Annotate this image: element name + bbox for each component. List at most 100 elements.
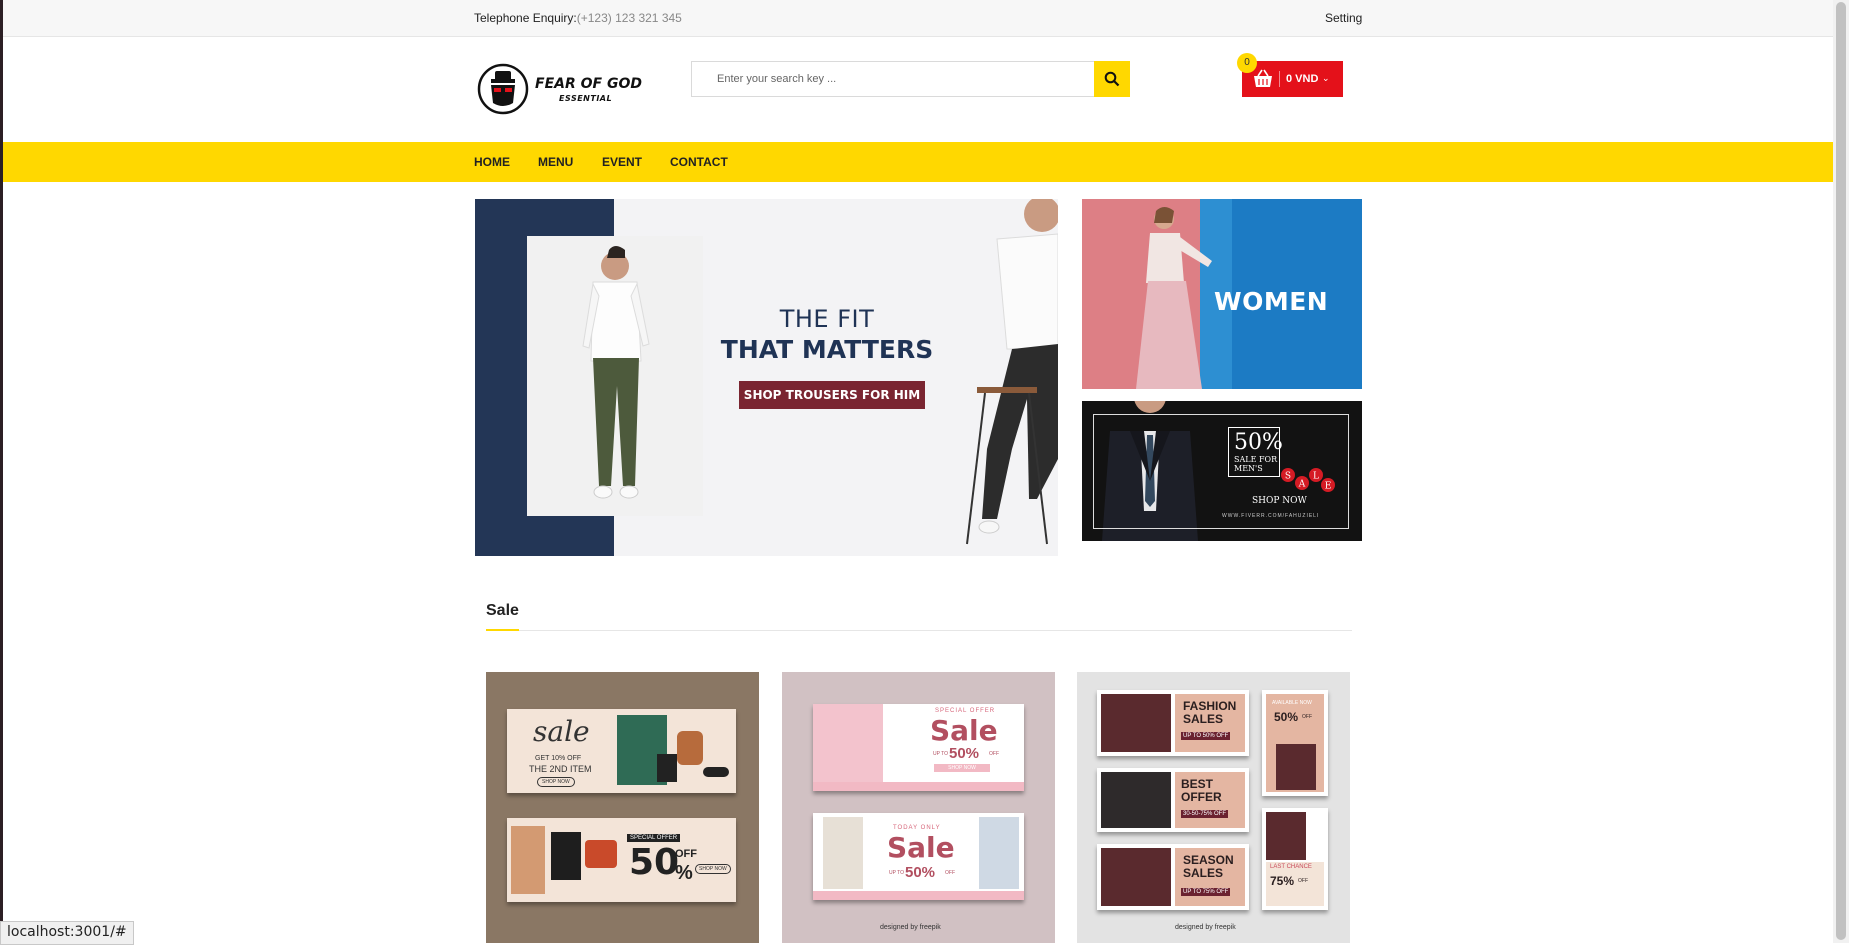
card3-available-image xyxy=(1276,744,1316,790)
search-box xyxy=(691,61,1130,97)
logo-icon xyxy=(477,63,529,115)
card3-panel-best: BEST OFFER 30-50-75% OFF xyxy=(1097,768,1249,832)
cart-total: 0 VND xyxy=(1286,73,1319,85)
card3-fashion-line1: FASHION xyxy=(1183,699,1237,713)
card2-bottom-panel: TODAY ONLY Sale UP TO 50% OFF xyxy=(813,813,1024,900)
card1-top-button: SHOP NOW xyxy=(537,777,575,787)
card3-best-line2: OFFER xyxy=(1181,790,1222,804)
shop-trousers-button[interactable]: SHOP TROUSERS FOR HIM xyxy=(739,381,925,409)
card1-bottom-off: OFF xyxy=(675,848,697,860)
search-input[interactable] xyxy=(692,62,1092,96)
sale-letter-a: A xyxy=(1298,480,1306,490)
scrollbar-thumb[interactable] xyxy=(1836,2,1846,940)
sale-card-3[interactable]: FASHION SALES UP TO 50% OFF AVAILABLE NO… xyxy=(1077,672,1350,943)
men-banner-url: WWW.FIVERR.COM/FAHUZIELI xyxy=(1222,513,1320,519)
sale-letter-l: L xyxy=(1313,472,1319,482)
card3-best-sub: 30-50-75% OFF xyxy=(1181,810,1229,818)
card3-best-image xyxy=(1101,772,1171,828)
card1-top-sub2: THE 2ND ITEM xyxy=(529,764,592,774)
card1-top-panel: sale GET 10% OFF THE 2ND ITEM SHOP NOW xyxy=(507,709,736,793)
card2-top-title: Sale xyxy=(930,714,998,747)
hero-model-photo-right xyxy=(966,199,1058,545)
card1-top-title: sale xyxy=(533,715,590,748)
card3-fashion-sub: UP TO 50% OFF xyxy=(1181,732,1231,740)
card3-panel-fashion: FASHION SALES UP TO 50% OFF xyxy=(1097,690,1249,756)
card1-bottom-button: SHOP NOW xyxy=(695,864,731,874)
telephone-enquiry: Telephone Enquiry:(+123) 123 321 345 xyxy=(474,11,682,25)
hero-line1: THE FIT xyxy=(779,305,875,333)
card3-season-line1: SEASON xyxy=(1183,853,1234,867)
men-shop-now[interactable]: SHOP NOW xyxy=(1252,496,1307,506)
card1-coat-image xyxy=(511,826,545,894)
card1-bottom-tag: SPECIAL OFFER xyxy=(627,834,681,842)
nav-item-home[interactable]: HOME xyxy=(474,155,510,169)
card2-top-upto: UP TO xyxy=(933,751,949,757)
card2-top-button: SHOP NOW xyxy=(934,764,990,772)
card3-season-sub: UP TO 75% OFF xyxy=(1181,888,1231,896)
card2-top-panel: SPECIAL OFFER Sale UP TO 50% OFF SHOP NO… xyxy=(813,704,1024,791)
card3-fashion-line2: SALES xyxy=(1183,712,1224,726)
card2-bottom-off: OFF xyxy=(945,870,955,876)
card3-available-line2: 50% xyxy=(1274,710,1299,724)
sale-card-2[interactable]: SPECIAL OFFER Sale UP TO 50% OFF SHOP NO… xyxy=(782,672,1055,943)
cart-divider xyxy=(1279,71,1280,87)
phone-number[interactable]: (+123) 123 321 345 xyxy=(577,11,682,25)
sale-card-1[interactable]: sale GET 10% OFF THE 2ND ITEM SHOP NOW S… xyxy=(486,672,759,943)
sale-letter-s: S xyxy=(1285,472,1291,482)
card2-bottom-title: Sale xyxy=(887,831,955,864)
logo-wordmark: FEAR OF GOD ESSENTIAL xyxy=(535,77,642,106)
card2-man-image xyxy=(979,817,1019,889)
card1-handbag-image xyxy=(585,840,617,868)
top-bar: Telephone Enquiry:(+123) 123 321 345 Set… xyxy=(3,0,1833,37)
logo[interactable]: FEAR OF GOD ESSENTIAL xyxy=(477,63,647,115)
status-bar-url: localhost:3001/# xyxy=(0,921,134,945)
card3-panel-season: SEASON SALES UP TO 75% OFF xyxy=(1097,844,1249,910)
card2-bottom-value: 50% xyxy=(905,864,936,881)
hero-line2: THAT MATTERS xyxy=(720,335,934,364)
hero-model-photo-left xyxy=(527,236,703,516)
card1-bottom-value: 50 xyxy=(629,842,680,883)
card1-boot-image xyxy=(657,754,677,782)
card3-panel-last-chance: LAST CHANCE 75% OFF xyxy=(1262,808,1328,910)
cart-button[interactable]: 0 0 VND ⌄ xyxy=(1237,53,1343,97)
card3-season-line2: SALES xyxy=(1183,866,1224,880)
page-scrollbar[interactable] xyxy=(1833,0,1849,943)
card2-woman-image xyxy=(823,817,863,889)
search-button[interactable] xyxy=(1094,61,1130,97)
logo-line1: FEAR OF GOD xyxy=(535,76,642,92)
men-sale-banner[interactable]: 50% SALE FOR MEN'S S A L E SHOP NOW WWW.… xyxy=(1082,401,1362,541)
card3-best-line1: BEST xyxy=(1181,777,1214,791)
card1-glasses-image xyxy=(703,767,729,777)
sale-letter-e: E xyxy=(1325,482,1332,492)
setting-link[interactable]: Setting xyxy=(1325,11,1362,25)
card3-available-line1: AVAILABLE NOW xyxy=(1272,700,1312,706)
phone-label: Telephone Enquiry: xyxy=(474,11,577,25)
women-label: WOMEN xyxy=(1214,287,1329,316)
men-percent: 50% xyxy=(1234,430,1283,455)
card2-top-value: 50% xyxy=(949,745,980,762)
card3-fashion-image xyxy=(1101,694,1171,752)
hero-headline: THE FIT THAT MATTERS xyxy=(707,305,947,364)
nav-item-menu[interactable]: MENU xyxy=(538,155,573,169)
card3-fashion-text: FASHION SALES xyxy=(1183,700,1236,726)
card3-best-text: BEST OFFER xyxy=(1181,778,1222,804)
hero-banner[interactable]: THE FIT THAT MATTERS SHOP TROUSERS FOR H… xyxy=(475,199,1058,556)
card1-bag-image xyxy=(677,731,703,765)
card1-bottom-percent: % xyxy=(675,862,693,884)
card3-last-line2: 75% xyxy=(1270,874,1295,888)
logo-line2: ESSENTIAL xyxy=(559,94,613,103)
women-banner[interactable]: WOMEN xyxy=(1082,199,1362,389)
card3-credit: designed by freepik xyxy=(1175,924,1236,931)
section-accent xyxy=(486,629,519,631)
card2-top-off: OFF xyxy=(989,751,999,757)
nav-item-contact[interactable]: CONTACT xyxy=(670,155,728,169)
card2-model-image xyxy=(813,704,883,782)
card3-last-sub: OFF xyxy=(1298,878,1308,884)
card2-credit: designed by freepik xyxy=(880,924,941,931)
card1-top-sub1: GET 10% OFF xyxy=(535,755,582,762)
section-divider xyxy=(486,630,1352,631)
card3-season-text: SEASON SALES xyxy=(1183,854,1234,880)
section-title: Sale xyxy=(486,602,519,619)
nav-item-event[interactable]: EVENT xyxy=(602,155,642,169)
chevron-down-icon: ⌄ xyxy=(1322,73,1330,83)
